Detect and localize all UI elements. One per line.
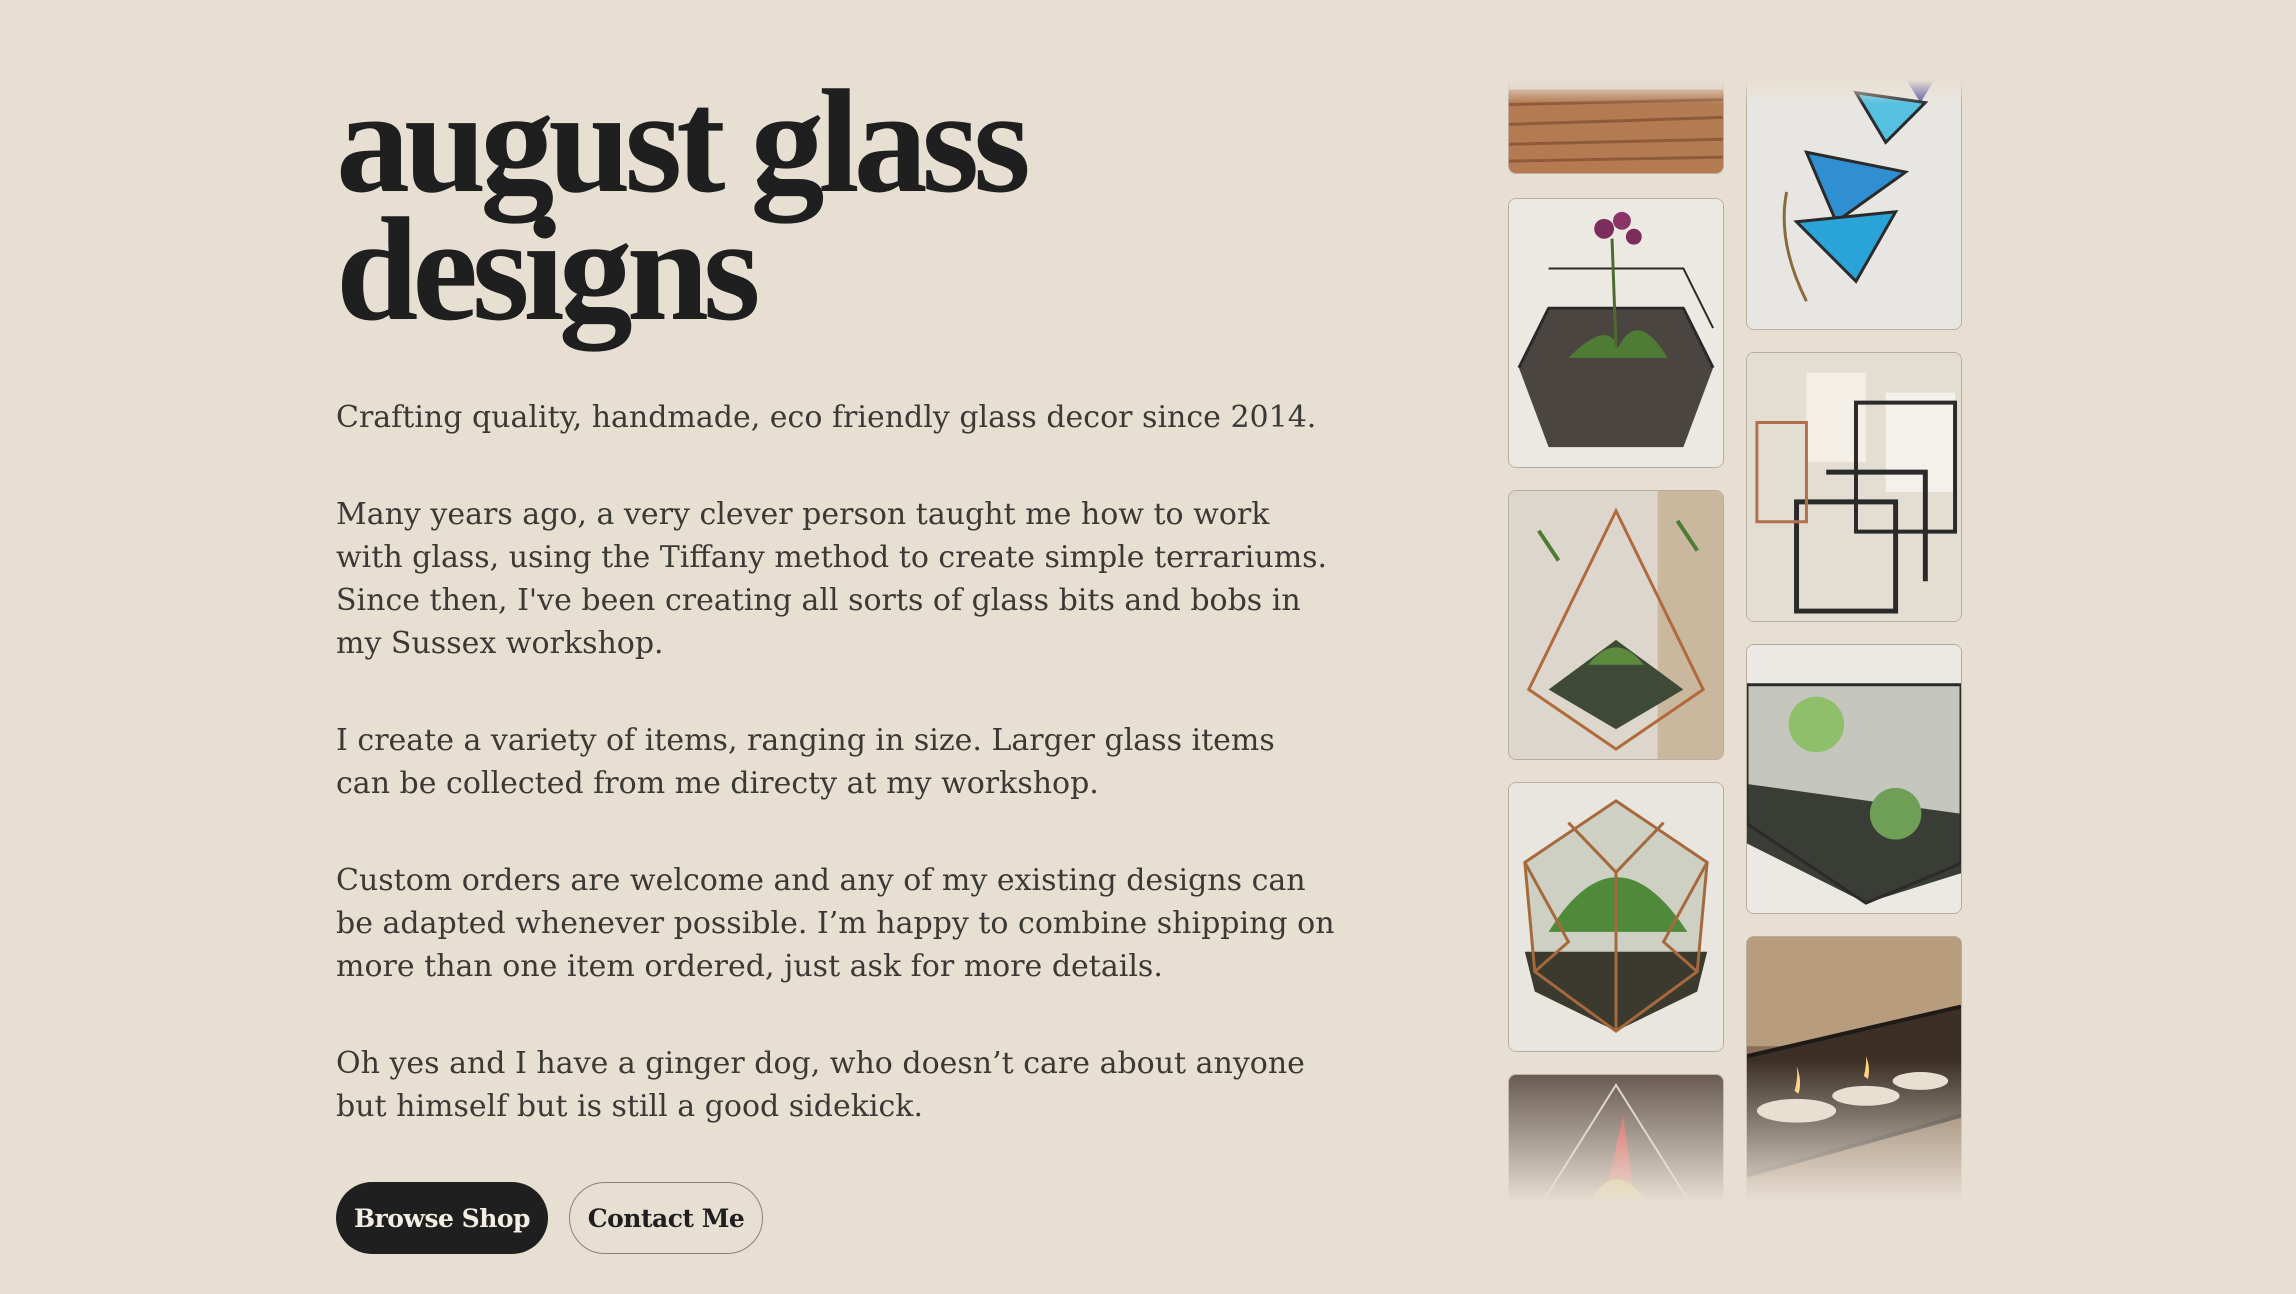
about-paragraph-history: Many years ago, a very clever person tau… (336, 497, 1328, 661)
hero-section: august glass designs Crafting quality, h… (336, 68, 1336, 1254)
about-paragraph-items: I create a variety of items, ranging in … (336, 723, 1275, 801)
intro-tagline: Crafting quality, handmade, eco friendly… (336, 400, 1317, 435)
red-plant-pyramid-photo (1508, 1074, 1724, 1210)
product-gallery (1508, 80, 1962, 1210)
glass-cube-candle-holders-photo (1746, 352, 1962, 622)
tealight-candle-holder-photo (1746, 936, 1962, 1210)
page-title: august glass designs (336, 68, 1336, 344)
blue-stained-glass-triangles-photo (1746, 80, 1962, 330)
title-line-2: designs (336, 188, 761, 352)
browse-shop-button[interactable]: Browse Shop (336, 1182, 548, 1254)
wooden-surface-photo (1508, 80, 1724, 174)
cta-buttons: Browse Shop Contact Me (336, 1182, 1336, 1254)
succulent-boat-terrarium-photo (1746, 644, 1962, 914)
about-paragraph-dog: Oh yes and I have a ginger dog, who does… (336, 1046, 1305, 1124)
dodecahedron-terrarium-photo (1508, 782, 1724, 1052)
contact-me-button[interactable]: Contact Me (569, 1182, 763, 1254)
orchid-hexagon-terrarium-photo (1508, 198, 1724, 468)
about-paragraph-custom-orders: Custom orders are welcome and any of my … (336, 863, 1335, 984)
copper-geometric-terrarium-photo (1508, 490, 1724, 760)
